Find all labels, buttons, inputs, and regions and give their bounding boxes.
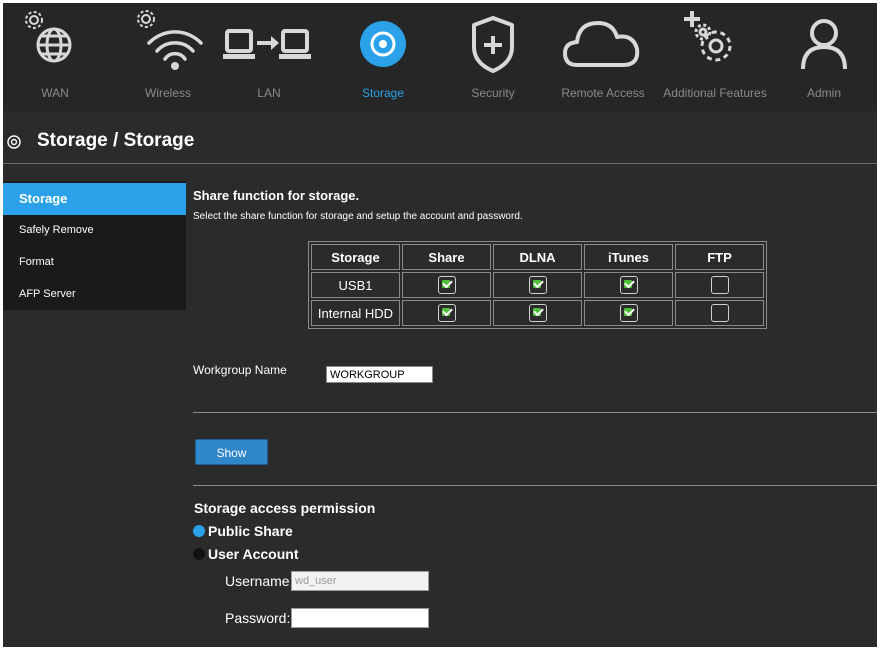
column-header: iTunes bbox=[584, 244, 673, 270]
nav-label-additional-features: Additional Features bbox=[663, 86, 767, 100]
page-title: Storage / Storage bbox=[37, 130, 195, 151]
workgroup-label: Workgroup Name bbox=[193, 363, 287, 377]
itunes-checkbox[interactable] bbox=[619, 304, 638, 322]
show-button[interactable]: Show bbox=[195, 439, 268, 465]
lan-computers-icon bbox=[223, 29, 311, 59]
sidebar-item-storage[interactable]: Storage bbox=[3, 183, 186, 215]
divider bbox=[193, 485, 877, 486]
dlna-checkbox[interactable] bbox=[528, 304, 547, 322]
permission-title: Storage access permission bbox=[194, 500, 376, 516]
page-header: Storage / Storage bbox=[3, 123, 877, 163]
nav-label-storage: Storage bbox=[361, 86, 405, 100]
sidebar-item-afp-server[interactable]: AFP Server bbox=[3, 279, 186, 311]
storage-name-cell: Internal HDD bbox=[311, 300, 400, 326]
nav-label-admin: Admin bbox=[806, 86, 842, 100]
nav-admin[interactable]: Admin bbox=[773, 3, 877, 111]
nav-additional-features[interactable]: Additional Features bbox=[663, 3, 773, 111]
nav-label-wan: WAN bbox=[41, 86, 69, 100]
header-divider bbox=[3, 163, 877, 164]
username-label: Username: bbox=[225, 573, 294, 589]
gears-plus-icon bbox=[684, 11, 732, 62]
column-header: DLNA bbox=[493, 244, 582, 270]
column-header: FTP bbox=[675, 244, 764, 270]
sidebar-item-label: Format bbox=[19, 256, 54, 268]
user-account-label: User Account bbox=[208, 546, 299, 562]
user-icon bbox=[801, 19, 847, 70]
nav-label-security: Security bbox=[471, 86, 515, 100]
public-share-radio[interactable] bbox=[193, 525, 205, 538]
globe-gear-icon bbox=[25, 11, 72, 63]
router-admin-window: WAN Wireless LAN Storage Security Remote… bbox=[3, 3, 877, 647]
check-icon bbox=[441, 305, 453, 317]
table-row: Internal HDD bbox=[311, 300, 764, 326]
section-description: Select the share function for storage an… bbox=[193, 211, 523, 222]
top-nav: WAN Wireless LAN Storage Security Remote… bbox=[3, 3, 877, 111]
table-row: USB1 bbox=[311, 272, 764, 298]
column-header: Share bbox=[402, 244, 491, 270]
table-header-row: Storage Share DLNA iTunes FTP bbox=[311, 244, 764, 270]
sidebar-item-label: Storage bbox=[19, 191, 68, 206]
share-checkbox[interactable] bbox=[437, 304, 456, 322]
username-input[interactable] bbox=[291, 571, 429, 591]
check-icon bbox=[623, 277, 635, 289]
sidebar: Storage Safely Remove Format AFP Server bbox=[3, 181, 186, 310]
itunes-checkbox[interactable] bbox=[619, 276, 638, 294]
user-account-option[interactable]: User Account bbox=[193, 546, 299, 562]
active-arrow bbox=[177, 183, 186, 215]
storage-name-cell: USB1 bbox=[311, 272, 400, 298]
nav-label-wireless: Wireless bbox=[144, 86, 192, 100]
disc-icon bbox=[360, 21, 406, 67]
sidebar-item-label: AFP Server bbox=[19, 288, 76, 300]
wifi-gear-icon bbox=[137, 10, 203, 70]
share-table: Storage Share DLNA iTunes FTP USB1 Inter… bbox=[308, 241, 767, 329]
public-share-option[interactable]: Public Share bbox=[193, 523, 293, 539]
password-input[interactable] bbox=[291, 608, 429, 628]
password-label: Password: bbox=[225, 610, 291, 626]
public-share-label: Public Share bbox=[208, 523, 293, 539]
column-header: Storage bbox=[311, 244, 400, 270]
nav-storage[interactable]: Storage bbox=[333, 3, 443, 111]
nav-lan[interactable]: LAN bbox=[223, 3, 333, 111]
nav-remote-access[interactable]: Remote Access bbox=[553, 3, 663, 111]
sidebar-item-format[interactable]: Format bbox=[3, 247, 186, 279]
check-icon bbox=[532, 305, 544, 317]
check-icon bbox=[623, 305, 635, 317]
ftp-checkbox[interactable] bbox=[710, 276, 729, 294]
disc-icon bbox=[7, 135, 21, 149]
user-account-radio[interactable] bbox=[193, 548, 205, 561]
nav-label-remote-access: Remote Access bbox=[561, 86, 645, 100]
ftp-checkbox[interactable] bbox=[710, 304, 729, 322]
cloud-icon bbox=[563, 21, 640, 67]
nav-wan[interactable]: WAN bbox=[3, 3, 113, 111]
sidebar-item-safely-remove[interactable]: Safely Remove bbox=[3, 215, 186, 247]
share-checkbox[interactable] bbox=[437, 276, 456, 294]
shield-icon bbox=[472, 16, 514, 73]
workgroup-input[interactable] bbox=[326, 366, 433, 383]
dlna-checkbox[interactable] bbox=[528, 276, 547, 294]
nav-label-lan: LAN bbox=[257, 86, 281, 100]
divider bbox=[193, 412, 877, 413]
check-icon bbox=[532, 277, 544, 289]
nav-security[interactable]: Security bbox=[443, 3, 553, 111]
sidebar-item-label: Safely Remove bbox=[19, 224, 94, 236]
check-icon bbox=[441, 277, 453, 289]
nav-wireless[interactable]: Wireless bbox=[113, 3, 223, 111]
section-title: Share function for storage. bbox=[193, 188, 360, 203]
